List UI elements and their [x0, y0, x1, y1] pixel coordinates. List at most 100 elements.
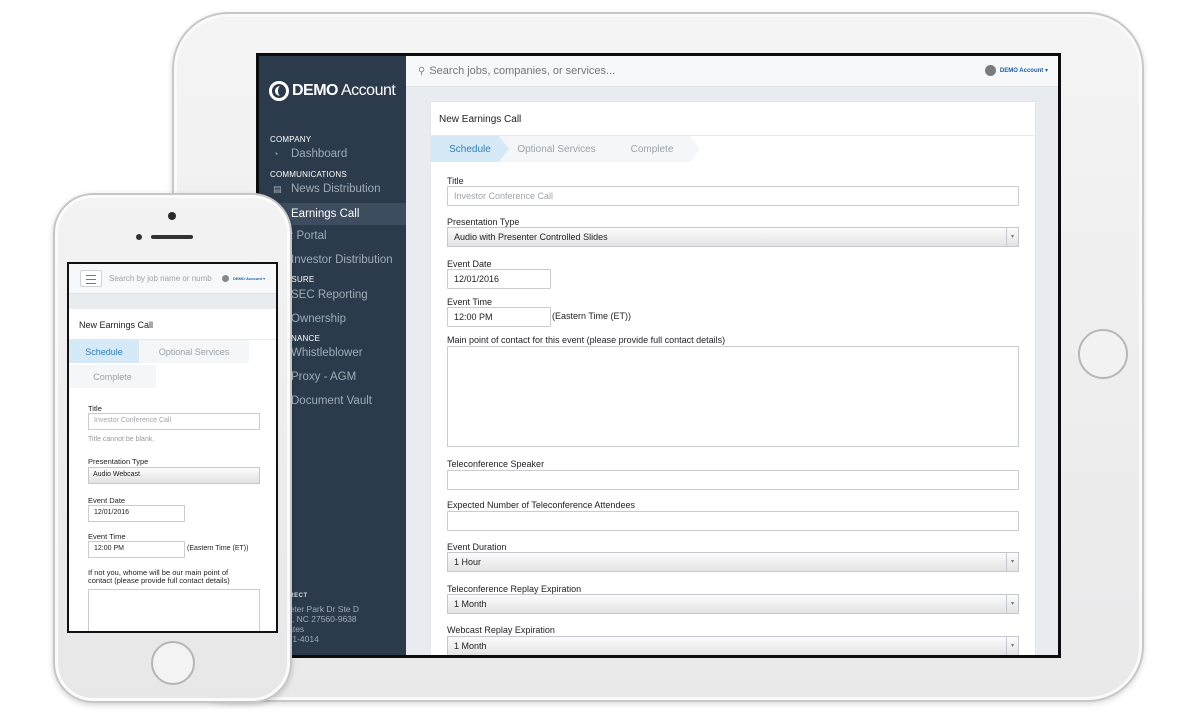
earnings-call-form: New Earnings Call Optional Services Comp… — [430, 101, 1037, 655]
sidebar-item-label: SEC Reporting — [291, 289, 368, 301]
phone-top-bar: Search by job name or numb DEMO Account … — [69, 264, 276, 294]
document-icon: ▤ — [273, 183, 282, 194]
phone-step-complete[interactable]: Complete — [69, 365, 156, 388]
phone-account-label: DEMO Account — [233, 276, 262, 281]
phone-event-time-input[interactable]: 12:00 PM — [88, 541, 185, 558]
sidebar-item-label: Document Vault — [291, 395, 372, 407]
dashboard-icon: ◔ — [273, 149, 279, 159]
sidebar-item-proxy-agm[interactable]: Proxy - AGM — [291, 371, 356, 383]
step-optional-services[interactable]: Optional Services — [499, 136, 614, 162]
replay-value: 1 Month — [454, 599, 487, 609]
hamburger-menu-icon[interactable] — [80, 270, 102, 287]
phone-contact-textarea[interactable] — [88, 589, 260, 631]
phone-presentation-type-select[interactable]: Audio Webcast — [88, 467, 260, 484]
phone-account-menu[interactable]: DEMO Account ▾ — [233, 276, 265, 281]
phone-home-button — [151, 641, 195, 685]
phone-app: Search by job name or numb DEMO Account … — [69, 264, 276, 631]
tablet-app: DEMO Account COMPANY ◔ Dashboard COMMUNI… — [259, 56, 1058, 655]
account-label: DEMO Account — [999, 68, 1044, 74]
duration-label: Event Duration — [447, 542, 507, 552]
sidebar-item-news-distribution[interactable]: ▤ News Distribution — [273, 183, 380, 195]
sidebar-item-label: Whistleblower — [291, 347, 363, 359]
duration-value: 1 Hour — [454, 557, 482, 567]
presentation-type-value: Audio with Presenter Controlled Slides — [454, 232, 608, 242]
title-input[interactable]: Investor Conference Call — [447, 186, 1019, 206]
phone-step-schedule[interactable]: Schedule — [69, 340, 139, 363]
phone-contact-label-line2: contact (please provide full contact det… — [88, 576, 230, 585]
event-date-label: Event Date — [447, 259, 492, 269]
account-menu[interactable]: DEMO Account ▾ — [1000, 67, 1048, 74]
presentation-type-label: Presentation Type — [447, 217, 520, 227]
search-input[interactable] — [429, 65, 850, 77]
phone-presentation-type-label: Presentation Type — [88, 457, 149, 466]
chevron-down-icon: ▾ — [1006, 637, 1018, 655]
sidebar-item-label: Dashboard — [291, 148, 348, 160]
phone-title-label: Title — [88, 404, 102, 413]
phone-page-title: New Earnings Call — [79, 320, 154, 330]
sidebar-section-company: COMPANY — [270, 135, 312, 144]
top-bar: ⚲ DEMO Account ▾ — [406, 56, 1058, 87]
phone-form: New Earnings Call Schedule Optional Serv… — [69, 309, 276, 631]
presentation-type-select[interactable]: Audio with Presenter Controlled Slides ▾ — [447, 227, 1019, 247]
contact-textarea[interactable] — [447, 346, 1019, 447]
phone-event-time-label: Event Time — [88, 532, 126, 541]
speaker-label: Teleconference Speaker — [447, 459, 545, 469]
attendees-label: Expected Number of Teleconference Attend… — [447, 500, 635, 510]
sidebar-item-investor-distribution[interactable]: Investor Distribution — [291, 254, 393, 266]
chevron-down-icon: ▾ — [1044, 68, 1048, 74]
title-label: Title — [447, 176, 464, 186]
attendees-input[interactable] — [447, 511, 1019, 531]
chevron-down-icon: ▾ — [1006, 228, 1018, 246]
phone-event-date-input[interactable]: 12/01/2016 — [88, 505, 185, 522]
replay-label: Teleconference Replay Expiration — [447, 584, 582, 594]
phone-title-error: Title cannot be blank. — [88, 436, 155, 443]
contact-label: Main point of contact for this event (pl… — [447, 335, 726, 345]
sidebar-item-label: Proxy - AGM — [291, 371, 357, 383]
replay-select[interactable]: 1 Month ▾ — [447, 594, 1019, 614]
sidebar-item-label: Earnings Call — [291, 208, 360, 220]
duration-select[interactable]: 1 Hour ▾ — [447, 552, 1019, 572]
step-schedule[interactable]: Schedule — [431, 136, 509, 162]
timezone-label: (Eastern Time (ET)) — [552, 311, 632, 321]
tablet-home-button — [1078, 329, 1128, 379]
webcast-select[interactable]: 1 Month ▾ — [447, 636, 1019, 655]
phone-sensor — [136, 234, 142, 240]
webcast-label: Webcast Replay Expiration — [447, 625, 555, 635]
phone-timezone-label: (Eastern Time (ET)) — [187, 545, 249, 552]
tablet-screen: DEMO Account COMPANY ◔ Dashboard COMMUNI… — [256, 53, 1061, 658]
page-title: New Earnings Call — [439, 114, 522, 125]
step-complete[interactable]: Complete — [604, 136, 700, 162]
phone-step-optional-services[interactable]: Optional Services — [139, 340, 249, 363]
phone-screen: Search by job name or numb DEMO Account … — [67, 262, 278, 633]
wizard-steps: Optional Services Complete Schedule — [431, 136, 1037, 162]
event-date-input[interactable]: 12/01/2016 — [447, 269, 551, 289]
app-logo[interactable]: DEMO Account — [269, 81, 396, 101]
sidebar-item-document-vault[interactable]: Document Vault — [291, 395, 372, 407]
logo-text-light: Account — [341, 82, 396, 99]
sidebar-item-label: Ownership — [291, 313, 346, 325]
chevron-down-icon: ▾ — [1006, 553, 1018, 571]
sidebar-item-whistleblower[interactable]: Whistleblower — [291, 347, 363, 359]
event-time-input[interactable]: 12:00 PM — [447, 307, 551, 327]
sidebar-item-sec-reporting[interactable]: SEC Reporting — [291, 289, 368, 301]
phone-speaker — [151, 235, 193, 239]
webcast-value: 1 Month — [454, 641, 487, 651]
globe-icon[interactable] — [222, 275, 229, 282]
sidebar-item-label: News Distribution — [291, 183, 381, 195]
sidebar-item-dashboard[interactable]: ◔ Dashboard — [273, 148, 347, 160]
logo-mark-icon — [269, 81, 289, 101]
chevron-down-icon: ▾ — [1006, 595, 1018, 613]
sidebar-item-ownership[interactable]: Ownership — [291, 313, 346, 325]
phone-search-input[interactable]: Search by job name or numb — [109, 274, 212, 283]
globe-icon[interactable] — [985, 65, 996, 76]
logo-text-bold: DEMO — [292, 82, 339, 99]
phone-presentation-type-value: Audio Webcast — [93, 471, 140, 478]
phone-title-input[interactable]: Investor Conference Call — [88, 413, 260, 430]
phone-event-date-label: Event Date — [88, 496, 126, 505]
search-icon: ⚲ — [418, 65, 426, 77]
speaker-input[interactable] — [447, 470, 1019, 490]
sidebar-item-label: Investor Distribution — [291, 254, 393, 266]
event-time-label: Event Time — [447, 297, 493, 307]
sidebar-section-communications: COMMUNICATIONS — [270, 170, 347, 179]
phone-camera — [168, 212, 176, 220]
